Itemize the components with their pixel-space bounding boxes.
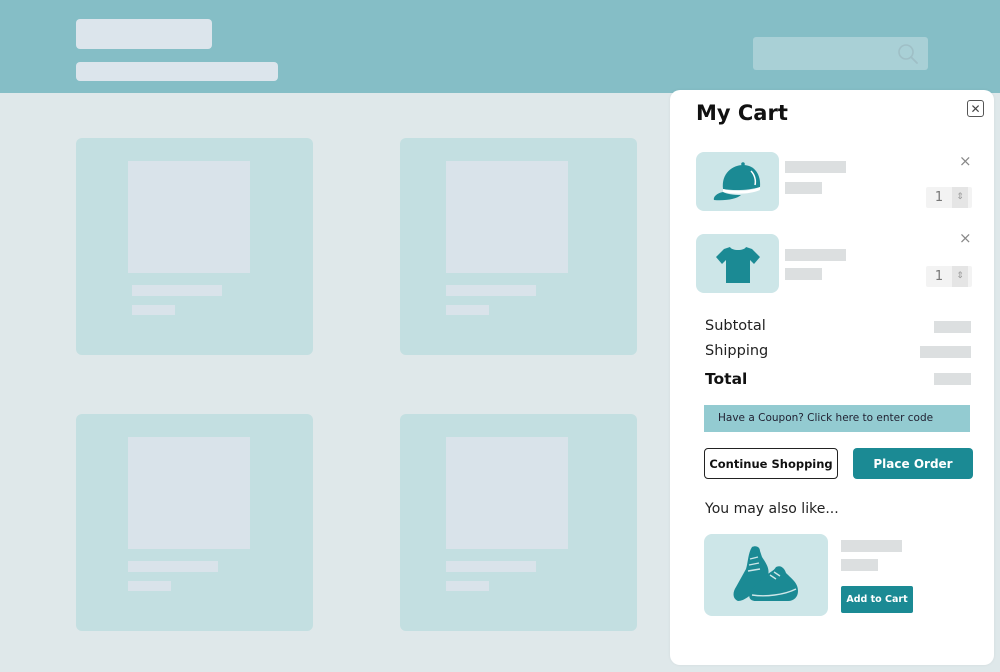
product-card[interactable] xyxy=(76,414,313,631)
cart-title: My Cart xyxy=(696,101,788,125)
product-price-placeholder xyxy=(446,581,489,591)
product-price-placeholder xyxy=(132,305,175,315)
remove-item-button[interactable]: × xyxy=(959,152,972,170)
total-label: Total xyxy=(705,370,748,388)
product-image-placeholder xyxy=(446,437,568,549)
product-card[interactable] xyxy=(400,414,637,631)
close-cart-button[interactable]: ✕ xyxy=(967,100,984,117)
sneakers-icon xyxy=(733,546,798,601)
site-subtitle-placeholder xyxy=(76,62,278,81)
quantity-stepper[interactable]: 1 ⇕ xyxy=(926,187,972,208)
item-price-placeholder xyxy=(785,268,822,280)
subtotal-value-placeholder xyxy=(934,321,971,333)
item-name-placeholder xyxy=(785,249,846,261)
add-to-cart-button[interactable]: Add to Cart xyxy=(841,586,913,613)
total-value-placeholder xyxy=(934,373,971,385)
coupon-link[interactable]: Have a Coupon? Click here to enter code xyxy=(704,405,970,432)
search-icon[interactable] xyxy=(897,43,919,65)
product-card[interactable] xyxy=(76,138,313,355)
continue-shopping-button[interactable]: Continue Shopping xyxy=(704,448,838,479)
product-name-placeholder xyxy=(446,561,536,572)
cart-panel: My Cart ✕ × 1 ⇕ × 1 ⇕ Subtotal Shipping … xyxy=(670,90,994,665)
quantity-value[interactable]: 1 xyxy=(926,190,952,205)
close-icon: ✕ xyxy=(970,101,981,116)
shipping-label: Shipping xyxy=(705,343,769,359)
place-order-button[interactable]: Place Order xyxy=(853,448,973,479)
recommended-product-image[interactable] xyxy=(704,534,828,616)
product-image-placeholder xyxy=(446,161,568,273)
product-name-placeholder xyxy=(128,561,218,572)
quantity-stepper[interactable]: 1 ⇕ xyxy=(926,266,972,287)
tshirt-icon xyxy=(715,246,760,283)
recommended-name-placeholder xyxy=(841,540,902,552)
item-price-placeholder xyxy=(785,182,822,194)
product-name-placeholder xyxy=(132,285,222,296)
cap-icon xyxy=(713,161,760,200)
subtotal-label: Subtotal xyxy=(705,318,766,334)
shipping-value-placeholder xyxy=(920,346,971,358)
product-image-placeholder xyxy=(128,437,250,549)
recommended-price-placeholder xyxy=(841,559,878,571)
product-image-placeholder xyxy=(128,161,250,273)
product-price-placeholder xyxy=(128,581,171,591)
site-header xyxy=(0,0,1000,93)
product-card[interactable] xyxy=(400,138,637,355)
item-name-placeholder xyxy=(785,161,846,173)
cart-item-image xyxy=(696,234,779,293)
recommendations-heading: You may also like... xyxy=(705,501,839,517)
quantity-value[interactable]: 1 xyxy=(926,269,952,284)
product-name-placeholder xyxy=(446,285,536,296)
stepper-arrows-icon[interactable]: ⇕ xyxy=(952,266,968,287)
remove-item-button[interactable]: × xyxy=(959,229,972,247)
cart-item-image xyxy=(696,152,779,211)
stepper-arrows-icon[interactable]: ⇕ xyxy=(952,187,968,208)
product-price-placeholder xyxy=(446,305,489,315)
site-title-placeholder xyxy=(76,19,212,49)
